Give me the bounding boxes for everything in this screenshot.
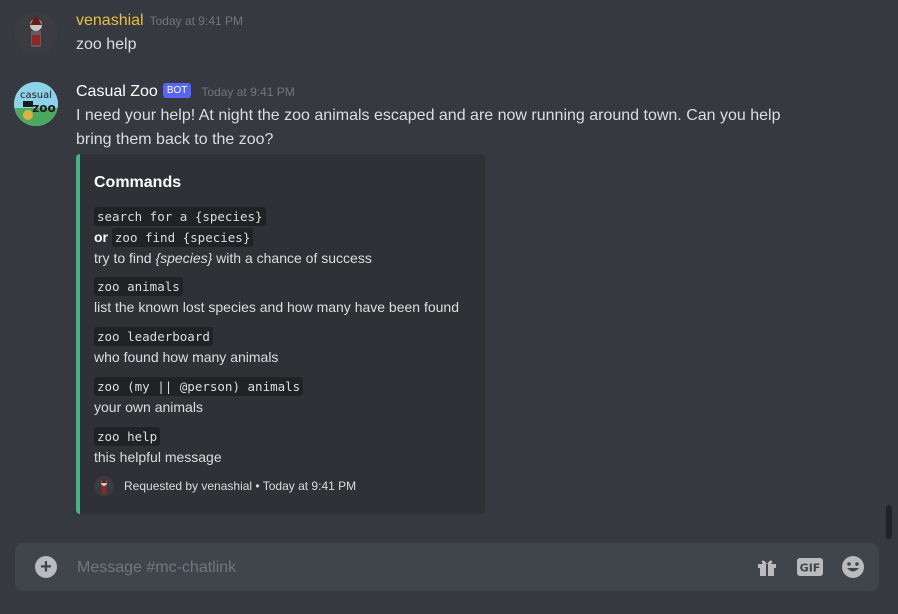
- gif-icon[interactable]: GIF: [796, 555, 824, 579]
- message-content: I need your help! At night the zoo anima…: [76, 104, 780, 152]
- author-name[interactable]: Casual Zoo: [76, 83, 158, 100]
- desc-text: with a chance of success: [212, 250, 372, 266]
- avatar-text-1: casual: [20, 90, 52, 101]
- author-name[interactable]: venashial: [76, 12, 144, 29]
- avatar[interactable]: casual zoo: [14, 82, 58, 126]
- message-content: zoo help: [76, 36, 137, 53]
- footer-text: Requested by venashial • Today at 9:41 P…: [124, 479, 357, 493]
- command-code: search for a {species}: [94, 207, 266, 226]
- plus-circle-icon[interactable]: +: [35, 556, 57, 578]
- avatar[interactable]: [14, 11, 58, 55]
- embed-title: Commands: [94, 174, 182, 191]
- message-composer: + GIF: [15, 543, 879, 591]
- embed-footer: Requested by venashial • Today at 9:41 P…: [94, 476, 356, 496]
- field-description: this helpful message: [94, 449, 222, 465]
- command-code: zoo help: [94, 427, 161, 446]
- embed-field: zoo (my || @person) animals your own ani…: [94, 376, 304, 417]
- command-code: zoo leaderboard: [94, 327, 213, 346]
- gift-icon[interactable]: [755, 555, 779, 579]
- message-line: bring them back to the zoo?: [76, 131, 274, 148]
- timestamp: Today at 9:41 PM: [149, 14, 243, 28]
- scrollbar-thumb[interactable]: [886, 505, 892, 539]
- message-header: Casual Zoo BOT Today at 9:41 PM: [76, 82, 295, 102]
- timestamp: Today at 9:41 PM: [201, 85, 295, 99]
- field-description: try to find {species} with a chance of s…: [94, 248, 372, 268]
- footer-avatar: [94, 476, 114, 496]
- command-code: zoo animals: [94, 277, 183, 296]
- embed-field: search for a {species} or zoo find {spec…: [94, 206, 372, 268]
- or-label: or: [94, 229, 108, 245]
- footer-avatar-image: [94, 476, 114, 496]
- field-description: who found how many animals: [94, 349, 279, 365]
- embed-field: zoo leaderboard who found how many anima…: [94, 326, 278, 367]
- message-list: venashial Today at 9:41 PM zoo help casua…: [0, 0, 884, 530]
- embed-field: zoo animals list the known lost species …: [94, 276, 459, 317]
- command-code: zoo find {species}: [111, 228, 254, 247]
- emoji-icon[interactable]: [841, 555, 865, 579]
- command-code: zoo (my || @person) animals: [94, 377, 304, 396]
- desc-text: try to find: [94, 250, 156, 266]
- gif-label: GIF: [800, 562, 821, 575]
- bot-badge: BOT: [162, 83, 192, 98]
- embed-field: zoo help this helpful message: [94, 426, 222, 467]
- message-input[interactable]: [75, 551, 729, 585]
- avatar-text-2: zoo: [32, 101, 55, 115]
- embed: Commands search for a {species} or zoo f…: [76, 154, 485, 514]
- bot-avatar-image: casual zoo: [14, 82, 58, 126]
- field-description: list the known lost species and how many…: [94, 299, 460, 315]
- user-avatar-image: [14, 11, 58, 55]
- field-description: your own animals: [94, 399, 203, 415]
- desc-emphasis: {species}: [155, 250, 213, 266]
- message-header: venashial Today at 9:41 PM: [76, 11, 243, 31]
- message-line: I need your help! At night the zoo anima…: [76, 107, 781, 124]
